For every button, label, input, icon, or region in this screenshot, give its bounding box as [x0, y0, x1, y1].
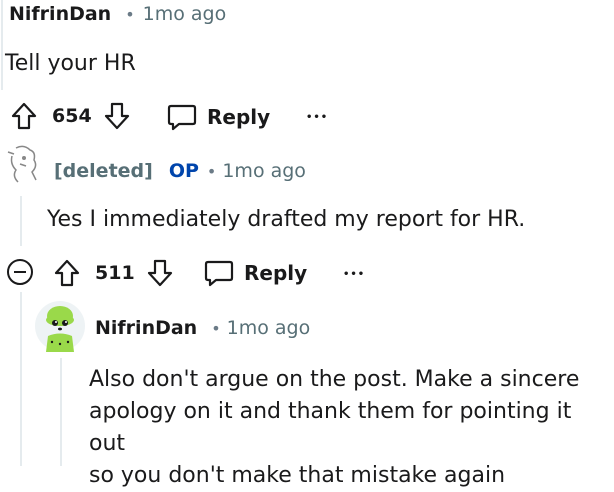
meta-separator: •: [206, 161, 217, 181]
arrow-down-icon[interactable]: [147, 259, 173, 287]
meta-separator: •: [211, 318, 221, 338]
comment-body: Yes I immediately drafted my report for …: [47, 207, 526, 232]
comment-author: [deleted]: [54, 160, 153, 182]
op-badge: OP: [168, 160, 199, 182]
reply-label: Reply: [207, 105, 271, 129]
vote-count: 654: [52, 105, 92, 127]
reply-button[interactable]: Reply: [167, 101, 270, 133]
reply-button[interactable]: Reply: [204, 257, 307, 289]
comment-body: Tell your HR: [5, 51, 136, 76]
thread-line-collapse: [20, 292, 22, 466]
avatar[interactable]: [34, 298, 86, 354]
deleted-avatar-icon: [7, 145, 37, 183]
speech-bubble-icon: [167, 103, 207, 131]
user-avatar-icon: [35, 301, 85, 352]
thread-line-nested: [60, 358, 62, 466]
vote-count: 511: [95, 262, 135, 284]
ellipsis-icon: •••: [343, 269, 366, 280]
comment-header: [deleted] OP • 1mo ago: [54, 160, 306, 182]
comment-body-line: apology on it and thank them for pointin…: [89, 399, 572, 456]
comment-body: Also don't argue on the post. Make a sin…: [89, 364, 609, 492]
comment-header: NifrinDan • 1mo ago: [95, 317, 310, 339]
comment-header: NifrinDan • 1mo ago: [9, 3, 226, 25]
arrow-up-icon[interactable]: [54, 259, 80, 287]
reply-label: Reply: [244, 261, 308, 285]
comment-body-line: Also don't argue on the post. Make a sin…: [89, 367, 580, 392]
ellipsis-icon: •••: [306, 112, 329, 123]
comment-actions: 654: [11, 100, 130, 132]
meta-separator: •: [125, 4, 135, 24]
speech-bubble-icon: [204, 259, 244, 287]
comment-body-line: so you don't make that mistake again: [89, 463, 506, 488]
arrow-up-icon[interactable]: [11, 102, 37, 130]
comment-author[interactable]: NifrinDan: [9, 3, 111, 25]
arrow-down-icon[interactable]: [104, 102, 130, 130]
thread-line-root: [1, 0, 3, 90]
minus-circle-icon[interactable]: [5, 257, 35, 287]
avatar[interactable]: [2, 142, 46, 190]
comment-time[interactable]: 1mo ago: [143, 3, 227, 25]
thread-line-deleted: [20, 196, 22, 246]
comment-time[interactable]: 1mo ago: [227, 317, 311, 339]
more-options-button[interactable]: •••: [343, 258, 365, 282]
comment-author[interactable]: NifrinDan: [95, 317, 197, 339]
comment-time[interactable]: 1mo ago: [222, 160, 306, 182]
more-options-button[interactable]: •••: [306, 101, 328, 125]
comment-actions: 511: [54, 257, 173, 289]
